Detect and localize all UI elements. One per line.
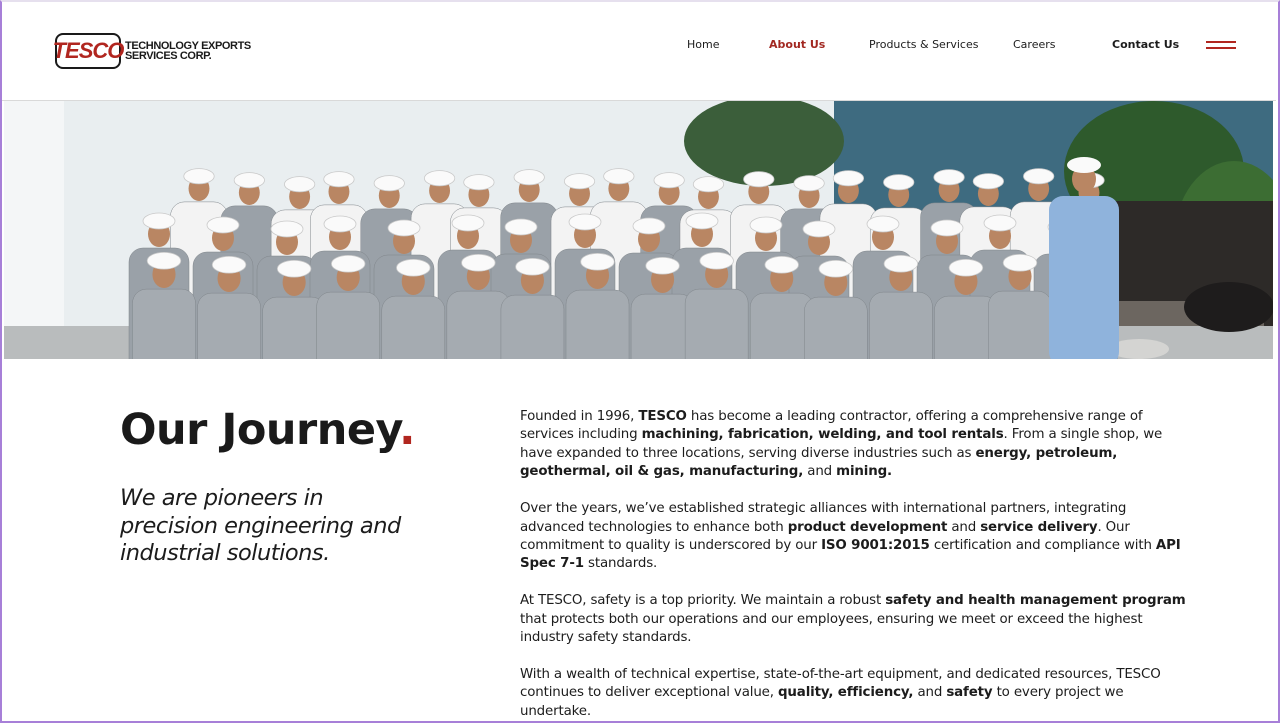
main-nav: Home About Us Products & Services Career… — [2, 38, 1276, 54]
team-photo-illustration — [4, 101, 1273, 359]
team-group-photo — [4, 101, 1273, 359]
title-dot: . — [399, 405, 415, 455]
bold-text: quality, efficiency, — [777, 685, 914, 701]
bold-text: product development — [787, 519, 948, 535]
title-text: Our Journey — [120, 405, 400, 455]
body-paragraph: At TESCO, safety is a top priority. We m… — [520, 592, 1190, 647]
bold-text: safety — [946, 685, 993, 701]
site-header: TESCO TECHNOLOGY EXPORTS SERVICES CORP. … — [2, 0, 1276, 101]
text: Founded in 1996, — [520, 409, 639, 424]
bold-text: ISO 9001:2015 — [821, 537, 930, 553]
text: At TESCO, safety is a top priority. We m… — [520, 593, 886, 609]
nav-products-services[interactable]: Products & Services — [869, 38, 978, 51]
bold-text: TESCO — [638, 409, 687, 424]
nav-about-us[interactable]: About Us — [769, 38, 825, 51]
nav-careers[interactable]: Careers — [1013, 38, 1056, 51]
text: certification and compliance with — [929, 537, 1156, 553]
nav-home[interactable]: Home — [687, 38, 719, 51]
bold-text: mining. — [836, 464, 892, 480]
menu-icon[interactable] — [1206, 40, 1236, 52]
body-paragraph: With a wealth of technical expertise, st… — [520, 666, 1190, 721]
text: that protects both our operations and ou… — [520, 611, 1143, 646]
body-paragraph: Founded in 1996, TESCO has become a lead… — [520, 408, 1190, 482]
page-title: Our Journey. — [120, 405, 415, 455]
nav-contact-us[interactable]: Contact Us — [1112, 38, 1179, 51]
text: standards. — [583, 556, 658, 572]
text: and — [803, 464, 837, 480]
bold-text: safety and health management program — [885, 593, 1186, 609]
text: and — [947, 519, 981, 535]
bold-text: service delivery — [980, 519, 1098, 535]
about-body-copy: Founded in 1996, TESCO has become a lead… — [520, 408, 1190, 723]
text: and — [913, 685, 947, 701]
body-paragraph: Over the years, we’ve established strate… — [520, 500, 1190, 574]
tagline: We are pioneers in precision engineering… — [120, 485, 401, 566]
bold-text: machining, fabrication, welding, and too… — [641, 427, 1004, 443]
